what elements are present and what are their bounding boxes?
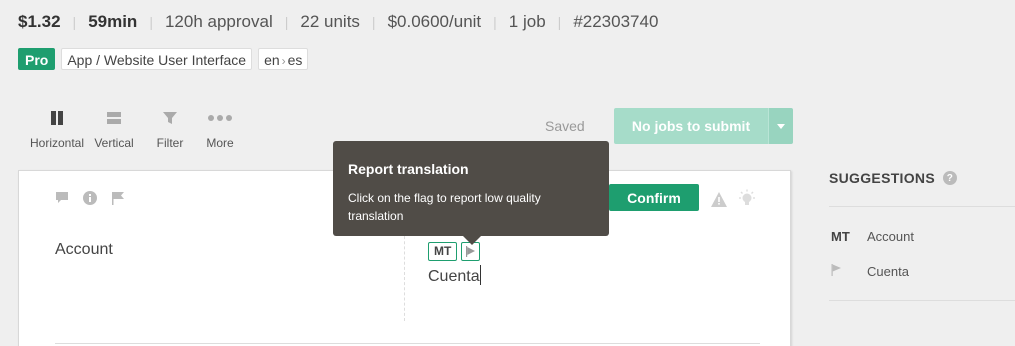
vertical-label: Vertical — [94, 136, 134, 150]
tooltip-body: Click on the flag to report low quality … — [348, 191, 541, 223]
job-approval: 120h approval — [164, 12, 273, 31]
more-label: More — [206, 136, 234, 150]
category-tag: App / Website User Interface — [61, 48, 253, 70]
report-translation-tooltip: Report translation Click on the flag to … — [333, 141, 609, 245]
mt-badge: MT — [428, 242, 458, 261]
job-units: 22 units — [300, 12, 360, 31]
target-language: es — [287, 52, 303, 68]
info-icon[interactable] — [83, 191, 97, 210]
chevron-down-icon — [777, 123, 785, 129]
suggestion-text: Account — [867, 229, 914, 244]
job-count: 1 job — [508, 12, 546, 31]
submit-split-button: No jobs to submit — [614, 108, 793, 144]
flag-icon — [466, 246, 476, 257]
suggestions-divider — [829, 300, 1015, 301]
target-text: Cuenta — [428, 268, 480, 285]
job-stats-bar: $1.32 | 59min | 120h approval | 22 units… — [18, 12, 670, 32]
suggestion-item[interactable]: MT Account — [831, 229, 914, 244]
warning-icon[interactable] — [711, 191, 727, 212]
layout-toolbar: Horizontal Vertical Filter More — [28, 106, 242, 150]
columns-icon — [28, 106, 86, 130]
text-caret — [479, 265, 481, 285]
suggestions-title: SUGGESTIONS — [829, 170, 935, 186]
job-rate: $0.0600/unit — [387, 12, 482, 31]
suggestion-text: Cuenta — [867, 264, 909, 279]
job-tags: Pro App / Website User Interface en › es — [18, 48, 309, 70]
submit-jobs-button[interactable]: No jobs to submit — [614, 108, 768, 144]
filter-icon — [142, 106, 198, 130]
job-price: $1.32 — [18, 12, 61, 31]
tooltip-title: Report translation — [348, 161, 469, 177]
job-id: #22303740 — [573, 12, 659, 31]
confirm-button[interactable]: Confirm — [609, 184, 699, 211]
flag-icon[interactable] — [111, 191, 125, 210]
lightbulb-icon[interactable] — [737, 189, 757, 214]
source-text: Account — [55, 241, 113, 258]
more-button[interactable]: More — [198, 106, 242, 150]
job-duration: 59min — [88, 12, 138, 31]
source-language: en — [264, 52, 280, 68]
segment-status-icons — [711, 189, 757, 214]
filter-button[interactable]: Filter — [142, 106, 198, 150]
submit-dropdown-toggle[interactable] — [768, 108, 793, 144]
mt-label: MT — [831, 229, 850, 244]
more-icon — [198, 106, 242, 130]
filter-label: Filter — [156, 136, 184, 150]
horizontal-layout-button[interactable]: Horizontal — [28, 106, 86, 150]
horizontal-label: Horizontal — [29, 136, 85, 150]
save-status: Saved — [545, 118, 585, 134]
suggestions-panel: SUGGESTIONS ? MT Account Cuenta — [829, 170, 1015, 301]
suggestions-header: SUGGESTIONS ? — [829, 170, 1015, 186]
comment-icon[interactable] — [55, 191, 69, 210]
language-pair-tag: en › es — [258, 48, 309, 70]
segment-actions — [55, 191, 125, 210]
target-text-editor[interactable]: Cuenta — [428, 265, 481, 286]
rows-icon — [86, 106, 142, 130]
suggestions-divider — [829, 206, 1015, 207]
flag-icon — [831, 264, 867, 279]
editor-bottom-rule — [55, 343, 760, 344]
suggestion-item[interactable]: Cuenta — [831, 264, 909, 279]
help-icon[interactable]: ? — [942, 171, 957, 185]
segment-divider — [404, 231, 405, 321]
chevron-right-icon: › — [281, 54, 286, 68]
pro-badge: Pro — [18, 48, 56, 70]
tooltip-pointer — [463, 236, 481, 245]
vertical-layout-button[interactable]: Vertical — [86, 106, 142, 150]
